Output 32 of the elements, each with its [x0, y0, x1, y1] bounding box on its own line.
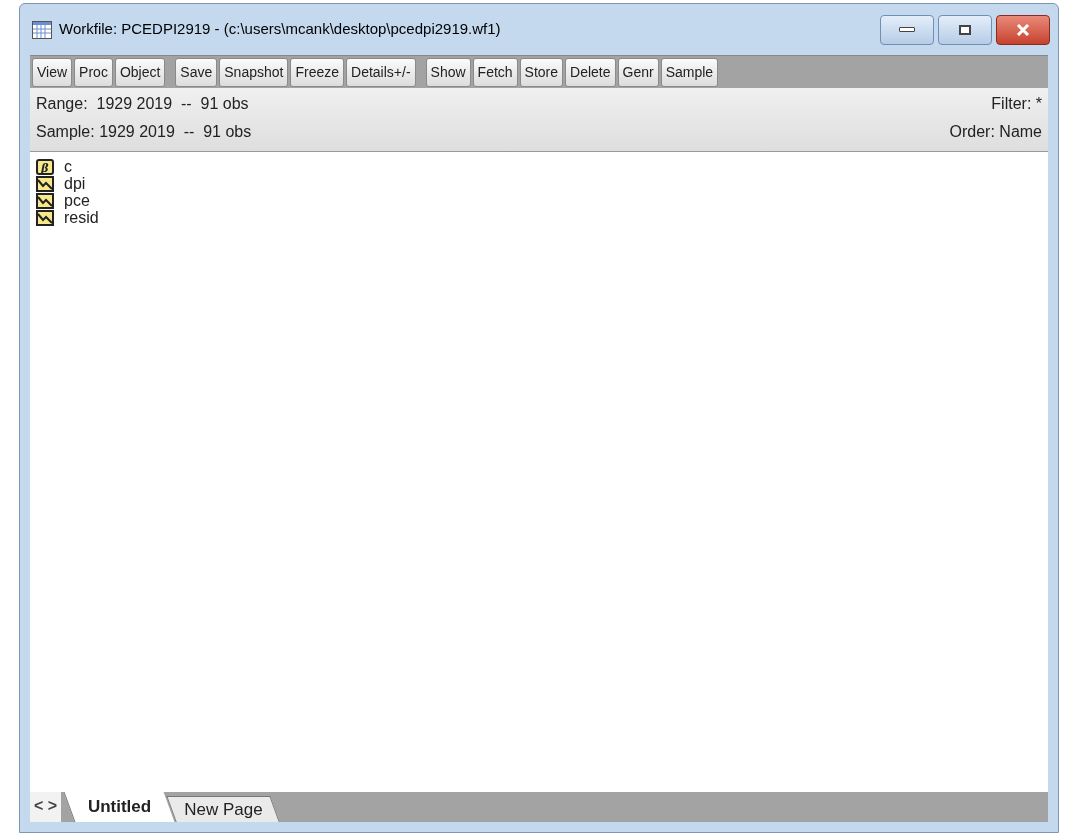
close-icon: [1016, 23, 1030, 36]
order-text: Order: Name: [949, 122, 1042, 142]
series-icon: [36, 209, 54, 226]
object-name[interactable]: dpi: [64, 175, 86, 192]
toolbar-button[interactable]: Show: [425, 57, 471, 87]
workfile-icon: [32, 20, 52, 39]
maximize-button[interactable]: [938, 14, 992, 45]
toolbar-button[interactable]: Proc: [74, 57, 113, 87]
sample-text: Sample: 1929 2019 -- 91 obs: [36, 122, 252, 142]
toolbar-button[interactable]: Sample: [660, 57, 719, 87]
object-name[interactable]: pce: [64, 192, 90, 209]
page-tab[interactable]: Untitled: [63, 792, 175, 822]
filter-text: Filter: *: [991, 94, 1042, 114]
toolbar-button[interactable]: Delete: [565, 57, 616, 87]
series-icon: [36, 175, 54, 192]
window-title: Workfile: PCEDPI2919 - (c:\users\mcank\desktop\pcedpi2919.wf1): [59, 19, 501, 40]
toolbar-button[interactable]: Object: [114, 57, 166, 87]
toolbar-button[interactable]: Details+/-: [346, 57, 416, 87]
toolbar-button[interactable]: Fetch: [472, 57, 518, 87]
toolbar-button[interactable]: Genr: [617, 57, 659, 87]
page-tab[interactable]: New Page: [166, 796, 281, 822]
object-name[interactable]: resid: [64, 209, 99, 226]
object-name[interactable]: c: [64, 158, 72, 175]
toolbar-button[interactable]: Store: [519, 57, 564, 87]
range-text: Range: 1929 2019 -- 91 obs: [36, 94, 250, 114]
toolbar-button[interactable]: Snapshot: [219, 57, 289, 87]
toolbar-button[interactable]: Freeze: [290, 57, 345, 87]
toolbar-button[interactable]: Save: [175, 57, 218, 87]
close-button[interactable]: [996, 14, 1050, 45]
toolbar-button[interactable]: View: [32, 57, 73, 87]
series-icon: [36, 192, 54, 209]
minimize-button[interactable]: [880, 14, 934, 45]
